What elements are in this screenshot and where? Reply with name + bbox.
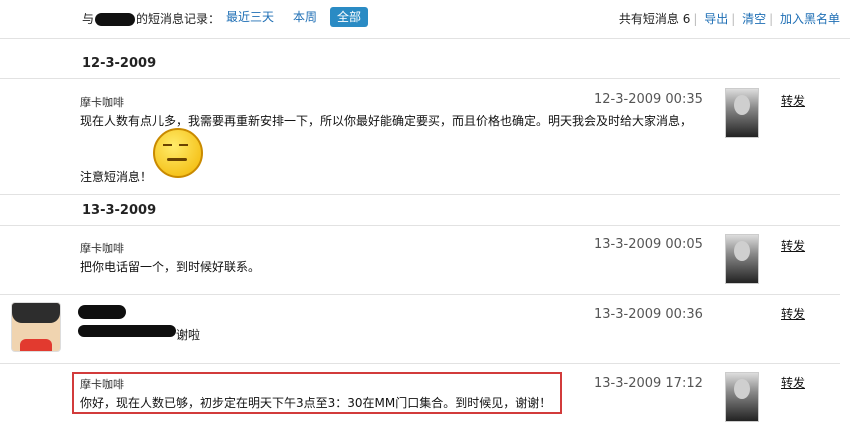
filter-this-week[interactable]: 本周 (293, 7, 317, 27)
user-avatar[interactable] (11, 302, 61, 352)
message-sender[interactable]: 摩卡咖啡 (80, 240, 124, 256)
message-text: 现在人数有点儿多，我需要再重新安排一下，所以你最好能确定要买，而且价格也确定。明… (80, 114, 693, 128)
export-link[interactable]: 导出 (704, 12, 728, 26)
total-label: 共有短消息 (618, 12, 679, 26)
message-time: 13-3-2009 17:12 (594, 376, 703, 391)
highlight-box (72, 372, 562, 414)
clear-link[interactable]: 清空 (742, 12, 766, 26)
history-title: 与 的短消息记录： (82, 10, 220, 27)
redacted-text (78, 325, 176, 337)
forward-link[interactable]: 转发 (781, 92, 805, 109)
message-text-line2: 注意短消息！ (80, 170, 153, 184)
forward-link[interactable]: 转发 (781, 237, 805, 254)
title-suffix: 的短消息记录： (136, 12, 221, 26)
avatar[interactable] (725, 88, 759, 138)
message-text: 谢啦 (176, 328, 201, 342)
message-item: 摩卡咖啡 把你电话留一个，到时候好联系。 13-3-2009 00:05 转发 (0, 226, 840, 295)
filter-last-three-days[interactable]: 最近三天 (226, 7, 274, 27)
redacted-username (95, 13, 136, 26)
date-group-header: 13-3-2009 (0, 195, 840, 226)
message-time: 13-3-2009 00:36 (594, 307, 703, 322)
forward-link[interactable]: 转发 (781, 305, 805, 322)
header-tools: 共有短消息 6 | 导出 | 清空 | 加入黑名单 (618, 12, 840, 26)
forward-link[interactable]: 转发 (781, 374, 805, 391)
emoticon-smirk-icon (153, 128, 203, 178)
message-item: 谢啦 13-3-2009 00:36 转发 (0, 295, 840, 364)
message-time: 13-3-2009 00:05 (594, 237, 703, 252)
redacted-sender (78, 305, 126, 319)
date-label: 12-3-2009 (82, 56, 157, 71)
message-sender[interactable]: 摩卡咖啡 (80, 94, 124, 110)
date-label: 13-3-2009 (82, 203, 157, 218)
date-group-header: 12-3-2009 (0, 48, 840, 79)
blacklist-link[interactable]: 加入黑名单 (780, 12, 840, 26)
avatar[interactable] (725, 234, 759, 284)
total-count: 6 (682, 12, 691, 26)
filter-all[interactable]: 全部 (330, 7, 369, 27)
history-header: 与 的短消息记录： 最近三天 本周 全部 共有短消息 6 | 导出 | 清空 | 加入黑… (0, 0, 850, 39)
message-text: 把你电话留一个，到时候好联系。 (80, 260, 261, 274)
message-item: 摩卡咖啡 现在人数有点儿多，我需要再重新安排一下，所以你最好能确定要买，而且价格… (0, 80, 840, 195)
avatar[interactable] (725, 372, 759, 422)
message-time: 12-3-2009 00:35 (594, 92, 703, 107)
title-prefix: 与 (82, 12, 95, 26)
